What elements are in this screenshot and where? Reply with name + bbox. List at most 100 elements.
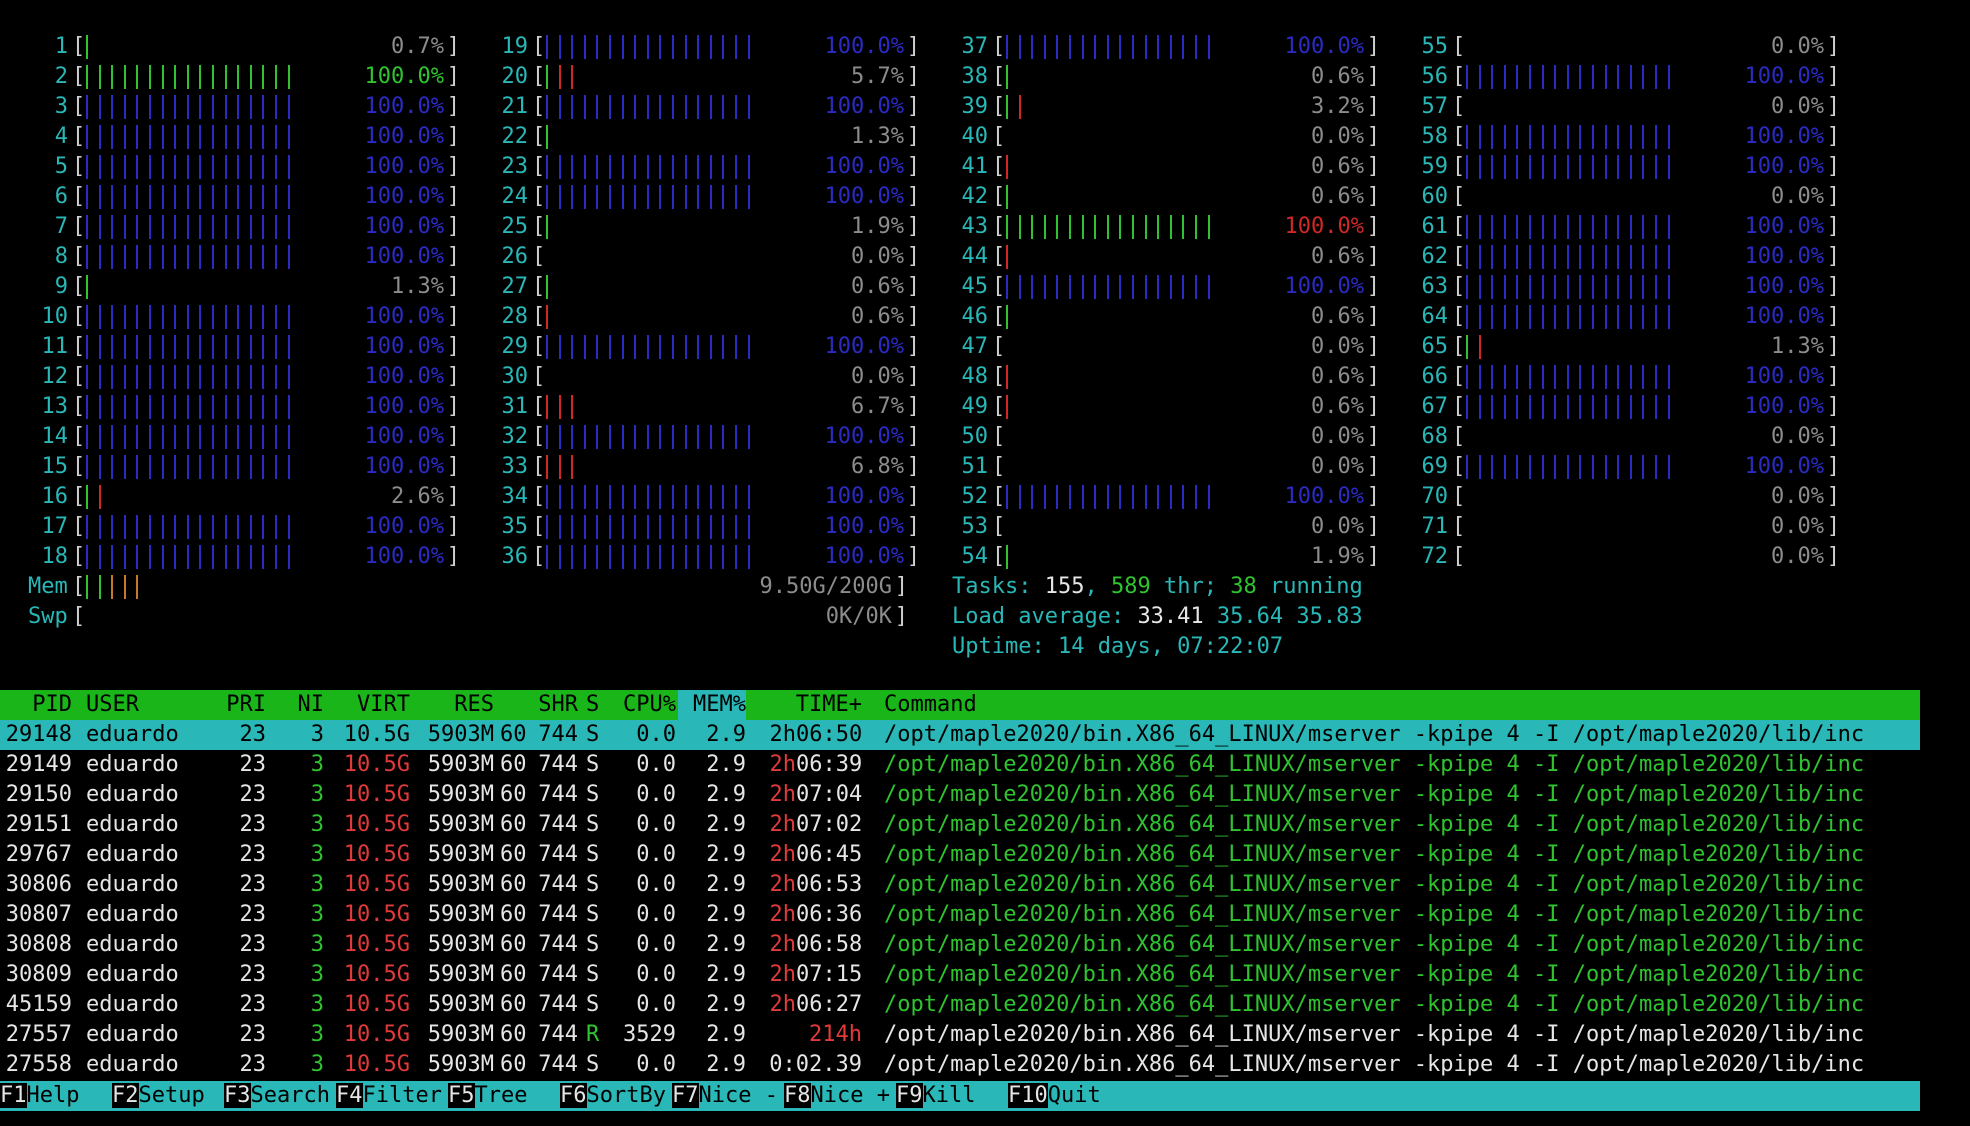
process-row[interactable]: 29151 eduardo 23 3 10.5G 5903M 60 744 S 0.0 2.9 2h 0… — [0, 810, 1920, 840]
bar-segment — [1579, 245, 1592, 269]
header-mem[interactable]: MEM% — [678, 690, 746, 720]
meter-bracket-left: [ — [992, 274, 1006, 299]
header-res[interactable]: RES — [416, 690, 494, 720]
bar-segment — [583, 425, 597, 449]
bar-segment — [211, 65, 225, 89]
bar-segment — [1566, 365, 1580, 389]
process-row[interactable]: 29149 eduardo 23 3 10.5G 5903M 60 744 S 0.0 2.9 2h 0… — [0, 750, 1920, 780]
bar-segment — [98, 95, 112, 119]
bar-segment — [86, 275, 99, 299]
function-key-f4[interactable]: F4Filter — [336, 1081, 442, 1111]
cpu-number: 60 — [1421, 184, 1449, 209]
function-key-f9[interactable]: F9Kill — [896, 1081, 1002, 1111]
res-cell: 5903M — [427, 902, 494, 927]
header-time[interactable]: TIME+ — [752, 690, 862, 720]
process-row[interactable]: 30807 eduardo 23 3 10.5G 5903M 60 744 S 0.0 2.9 2h 0… — [0, 900, 1920, 930]
function-key-f3[interactable]: F3Search — [224, 1081, 330, 1111]
function-key-f8[interactable]: F8Nice + — [784, 1081, 890, 1111]
cpu-percentage: 100.0% — [1744, 394, 1824, 419]
process-row[interactable]: 30808 eduardo 23 3 10.5G 5903M 60 744 S 0.0 2.9 2h 0… — [0, 930, 1920, 960]
header-pri[interactable]: PRI — [210, 690, 266, 720]
process-row[interactable]: 29150 eduardo 23 3 10.5G 5903M 60 744 S 0.0 2.9 2h 0… — [0, 780, 1920, 810]
bar-segment — [646, 515, 660, 539]
bar-segment — [1516, 215, 1529, 239]
tasks-separator: , — [1084, 574, 1098, 599]
process-row[interactable]: 29148 eduardo 23 3 10.5G 5903M 60 744 S 0.0 2.9 2h 0… — [0, 720, 1920, 750]
cpu-number: 29 — [501, 334, 529, 359]
bar-segment — [646, 185, 660, 209]
function-key-f7[interactable]: F7Nice - — [672, 1081, 778, 1111]
process-table-header[interactable]: PID USER PRI NI VIRT RES SHR S CPU% MEM% TIME+ Comm… — [0, 690, 1920, 720]
cpu-meter: 17[100.0%] — [20, 512, 460, 542]
meter-bracket-left: [ — [532, 184, 546, 209]
bar-segment — [249, 215, 263, 239]
header-pid[interactable]: PID — [0, 690, 72, 720]
function-key-f6[interactable]: F6SortBy — [560, 1081, 666, 1111]
bar-segment — [262, 335, 275, 359]
bar-segment — [1006, 485, 1019, 509]
cpu-usage-bar — [1466, 482, 1696, 512]
function-key-label: SortBy — [586, 1083, 666, 1108]
cpu-number: 47 — [961, 334, 989, 359]
header-cpu[interactable]: CPU% — [612, 690, 676, 720]
cpu-number: 67 — [1421, 394, 1449, 419]
bar-segment — [671, 425, 685, 449]
process-row[interactable]: 29767 eduardo 23 3 10.5G 5903M 60 744 S 0.0 2.9 2h 0… — [0, 840, 1920, 870]
cpu-number: 69 — [1421, 454, 1449, 479]
header-virt[interactable]: VIRT — [330, 690, 410, 720]
function-key-f1[interactable]: F1Help — [0, 1081, 106, 1111]
cpu-meter: 18[100.0%] — [20, 542, 460, 572]
process-row[interactable]: 27557 eduardo 23 3 10.5G 5903M 60 744 R 3529 2.9 21… — [0, 1020, 1920, 1050]
pid-cell: 29150 — [5, 782, 72, 807]
meter-bracket-left: [ — [992, 394, 1006, 419]
header-shr[interactable]: SHR — [500, 690, 578, 720]
header-state[interactable]: S — [586, 690, 602, 720]
function-key-label: Search — [250, 1083, 330, 1108]
meter-bracket-right: ] — [894, 604, 908, 629]
bar-segment — [1566, 125, 1580, 149]
bar-segment — [249, 155, 263, 179]
meter-bracket-right: ] — [446, 514, 460, 539]
cpu-usage-bar — [86, 512, 316, 542]
bar-segment — [1528, 395, 1542, 419]
header-user[interactable]: USER — [86, 690, 186, 720]
meter-bracket-right: ] — [1366, 454, 1380, 479]
state-cell: S — [586, 902, 600, 927]
bar-segment — [1516, 155, 1529, 179]
nice-cell: 3 — [310, 782, 324, 807]
process-row[interactable]: 30806 eduardo 23 3 10.5G 5903M 60 744 S 0.0 2.9 2h 0… — [0, 870, 1920, 900]
bar-segment — [186, 305, 200, 329]
bar-segment — [237, 65, 250, 89]
bar-segment — [1528, 275, 1542, 299]
bar-segment — [174, 455, 187, 479]
process-row[interactable]: 45159 eduardo 23 3 10.5G 5903M 60 744 S 0.0 2.9 2h 0… — [0, 990, 1920, 1020]
cpu-percentage: 0.0% — [851, 364, 904, 389]
shr-cell-low: 744 — [538, 992, 578, 1017]
header-command[interactable]: Command — [884, 690, 1184, 720]
cpu-usage-bar — [546, 362, 776, 392]
function-key-f10[interactable]: F10Quit — [1008, 1081, 1127, 1111]
meter-bracket-left: [ — [1452, 394, 1466, 419]
cpu-number: 13 — [41, 394, 69, 419]
function-key-f5[interactable]: F5Tree — [448, 1081, 554, 1111]
process-row[interactable]: 27558 eduardo 23 3 10.5G 5903M 60 744 S 0.0 2.9 0:0… — [0, 1050, 1920, 1080]
res-cell: 5903M — [427, 752, 494, 777]
cpu-percentage: 0.0% — [1311, 424, 1364, 449]
bar-segment — [571, 95, 584, 119]
bar-segment — [1478, 245, 1492, 269]
cpu-meter: 69[100.0%] — [1400, 452, 1840, 482]
header-ni[interactable]: NI — [272, 690, 325, 720]
cpu-usage-bar — [1466, 302, 1696, 332]
cpu-meter: 36[100.0%] — [480, 542, 920, 572]
cpu-meter: 51[0.0%] — [940, 452, 1381, 482]
bar-segment — [211, 365, 225, 389]
process-row[interactable]: 30809 eduardo 23 3 10.5G 5903M 60 744 S 0.0 2.9 2h 0… — [0, 960, 1920, 990]
cpu-usage-bar — [1466, 152, 1696, 182]
meter-bracket-left: [ — [1452, 184, 1466, 209]
function-key-code: F1 — [0, 1083, 27, 1108]
bar-segment — [608, 485, 622, 509]
function-key-f2[interactable]: F2Setup — [112, 1081, 218, 1111]
cpu-usage-bar — [1006, 302, 1236, 332]
cpu-meter: 8[100.0%] — [20, 242, 460, 272]
bar-segment — [596, 485, 609, 509]
